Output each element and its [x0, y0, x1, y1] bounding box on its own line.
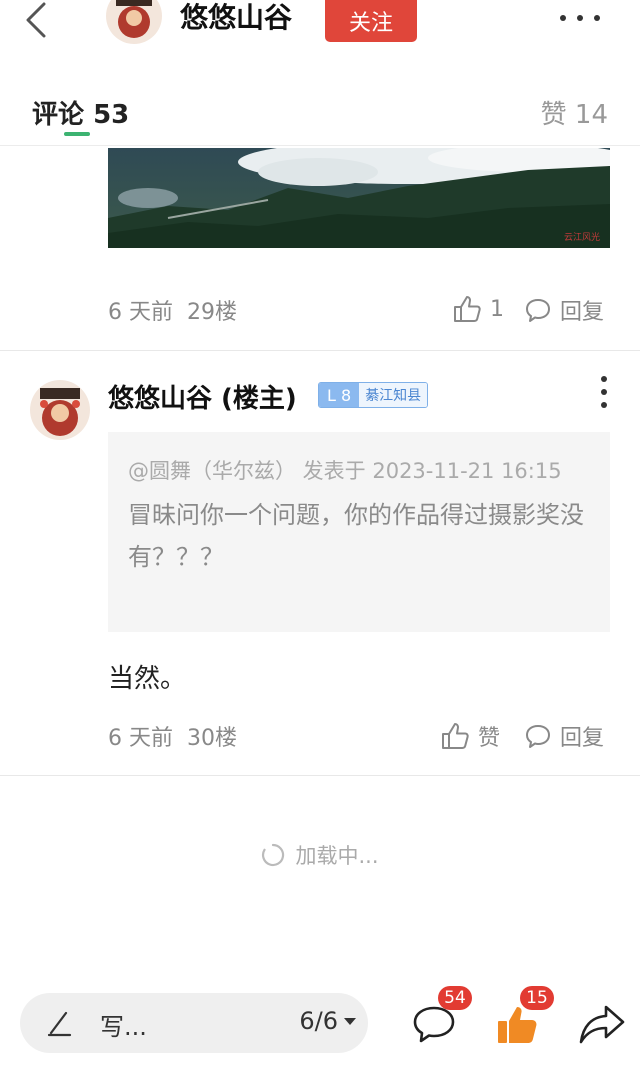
kebab-icon: [601, 376, 607, 382]
quote-meta: @圆舞（华尔兹） 发表于 2023-11-21 16:15: [128, 459, 562, 483]
more-options-button[interactable]: [560, 6, 600, 30]
like-button[interactable]: 1: [452, 294, 504, 324]
reply-label: 回复: [560, 300, 605, 325]
comment-text: 当然。: [108, 664, 187, 694]
quote-text: 冒昧问你一个问题，你的作品得过摄影奖没有？？？: [128, 501, 584, 571]
thumb-up-icon: [454, 296, 481, 322]
comment-placeholder: 写...: [100, 1013, 147, 1041]
comment-like-button[interactable]: 赞: [440, 720, 500, 752]
post-image[interactable]: 云江风光: [108, 148, 610, 248]
tab-likes-count: 14: [574, 100, 608, 130]
tab-comments-count: 53: [93, 100, 130, 130]
pencil-icon: [47, 1011, 72, 1037]
share-button[interactable]: [578, 1002, 626, 1046]
loading-text: 加载中...: [295, 844, 379, 868]
comment-reply-button[interactable]: 回复: [524, 720, 604, 752]
share-arrow-icon: [579, 1005, 625, 1044]
author-name[interactable]: 悠悠山谷: [180, 0, 292, 36]
reply-button[interactable]: 回复: [524, 294, 604, 326]
author-avatar[interactable]: [106, 0, 162, 44]
back-chevron-icon: [26, 2, 46, 38]
like-count-badge: 15: [520, 986, 554, 1010]
tab-comments[interactable]: 评论 53: [32, 94, 129, 131]
post-floor: 29楼: [187, 300, 237, 325]
tab-likes-label: 赞: [540, 100, 567, 130]
comment-meta: 6 天前 30楼: [108, 720, 237, 752]
post-meta: 6 天前 29楼: [108, 294, 237, 326]
active-tab-indicator: [64, 132, 90, 136]
page-indicator: 6/6: [299, 1007, 338, 1035]
comment-bubble-icon: [526, 299, 550, 322]
comment-floor: 30楼: [187, 726, 237, 751]
thumb-up-icon: [442, 723, 469, 749]
tab-likes[interactable]: 赞 14: [541, 94, 608, 131]
divider: [0, 775, 640, 776]
level-label: L 8: [319, 383, 360, 407]
divider: [0, 350, 640, 351]
post-time: 6 天前: [108, 300, 173, 325]
top-bar: 悠悠山谷 关注: [0, 0, 640, 58]
follow-button[interactable]: 关注: [325, 0, 417, 42]
like-count: 1: [490, 296, 504, 322]
spinner-icon: [262, 843, 285, 867]
comment-bubble-icon: [526, 725, 550, 748]
svg-text:云江风光: 云江风光: [564, 231, 600, 243]
more-icon: [560, 15, 566, 21]
back-button[interactable]: [18, 0, 54, 40]
comment-more-button[interactable]: [598, 376, 610, 408]
page-selector[interactable]: 6/6: [299, 1007, 356, 1035]
comment-tabs: 评论 53 赞 14: [0, 86, 640, 146]
caret-down-icon: [344, 1017, 356, 1025]
comment-time: 6 天前: [108, 726, 173, 751]
comment-like-label: 赞: [478, 726, 501, 751]
comment-input[interactable]: 写... 6/6: [20, 993, 368, 1053]
tab-comments-label: 评论: [32, 100, 85, 130]
comment-reply-label: 回复: [560, 726, 605, 751]
level-badge: L 8 綦江知县: [318, 382, 429, 408]
comment-count-badge: 54: [438, 986, 472, 1010]
loading-indicator: 加载中...: [0, 840, 640, 870]
rank-title: 綦江知县: [359, 383, 428, 407]
commenter-avatar[interactable]: [30, 380, 90, 440]
commenter-name[interactable]: 悠悠山谷 (楼主): [108, 378, 297, 415]
quoted-comment: @圆舞（华尔兹） 发表于 2023-11-21 16:15 冒昧问你一个问题，你…: [108, 432, 610, 632]
